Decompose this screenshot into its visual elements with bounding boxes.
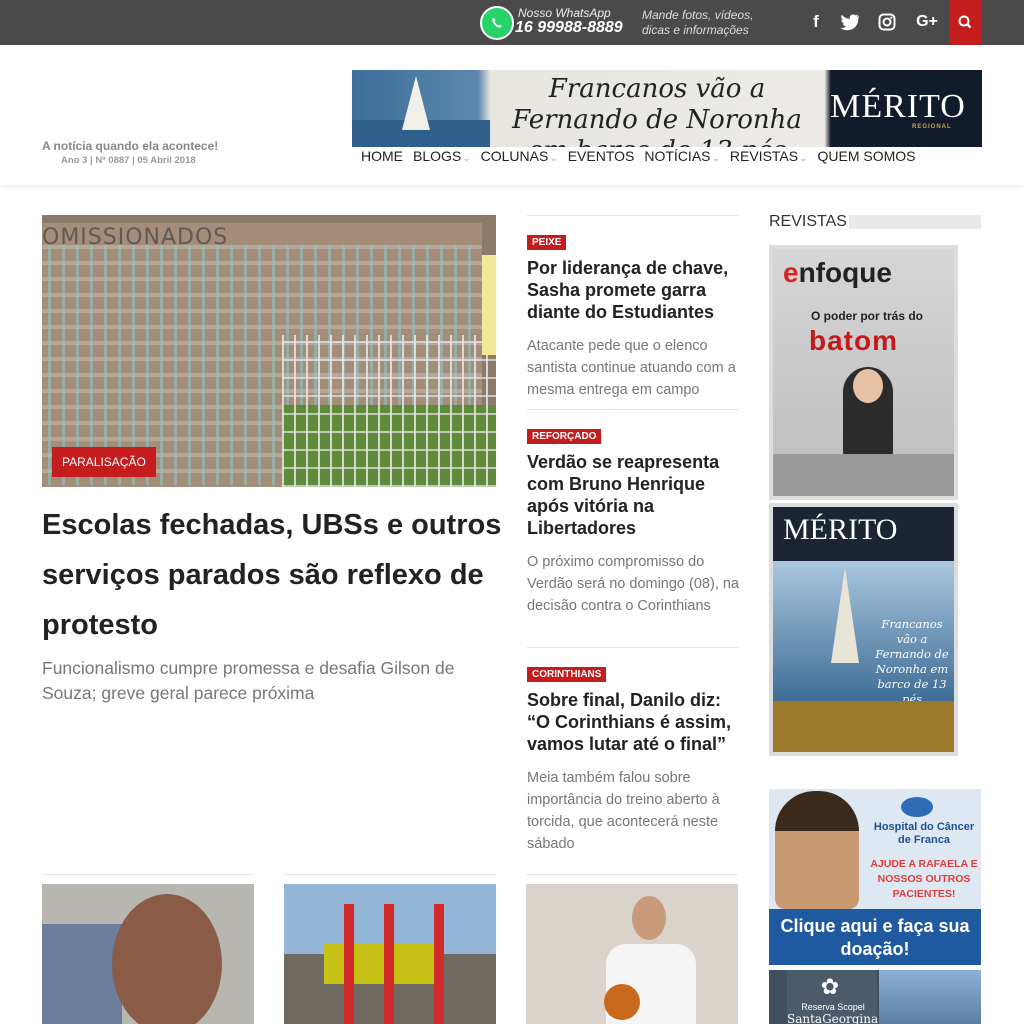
divider — [526, 874, 738, 875]
instagram-icon[interactable] — [876, 11, 898, 33]
divider — [527, 409, 739, 410]
ad-photo-hair — [775, 791, 859, 831]
article-card-image[interactable] — [42, 884, 254, 1024]
photo-head — [632, 896, 666, 940]
featured-subtitle: Funcionalismo cumpre promessa e desafia … — [42, 658, 455, 703]
ad-right-photo — [879, 970, 981, 1024]
twitter-icon[interactable] — [839, 11, 861, 33]
facebook-icon[interactable]: f — [805, 11, 827, 33]
search-button[interactable] — [949, 0, 982, 45]
header-banner-ad[interactable]: Francanos vão a Fernando de Noronha em b… — [352, 70, 982, 147]
photo-baby — [112, 894, 222, 1024]
banner-headline: Francanos vão a Fernando de Noronha em b… — [512, 74, 802, 147]
cover-subtitle: O poder por trás do — [811, 309, 924, 323]
category-tag[interactable]: CORINTHIANS — [527, 667, 607, 682]
ad-help-text: AJUDE A RAFAELA E NOSSOS OUTROS PACIENTE… — [870, 858, 978, 900]
photo-arm — [42, 924, 122, 1024]
main-nav: HOME BLOGS⌄ COLUNAS⌄ EVENTOS NOTÍCIAS⌄ R… — [361, 148, 926, 164]
featured-category-tag[interactable]: PARALISAÇÃO — [52, 447, 156, 477]
hospital-logo-icon — [901, 797, 933, 817]
nav-colunas[interactable]: COLUNAS⌄ — [481, 148, 558, 164]
whatsapp-label: Nosso WhatsApp — [518, 6, 611, 20]
cover-bottom — [773, 701, 954, 752]
nav-label: EVENTOS — [567, 148, 635, 164]
google-plus-icon[interactable]: G+ — [913, 11, 941, 33]
article-card-image[interactable] — [526, 884, 738, 1024]
article-title[interactable]: Verdão se reapresenta com Bruno Henrique… — [527, 451, 739, 539]
divider — [527, 647, 739, 648]
magazine-cover-merito[interactable]: MÉRITO Francanos vão a Fernando de Noron… — [769, 503, 958, 756]
protest-sign — [482, 255, 496, 355]
featured-title[interactable]: Escolas fechadas, UBSs e outros serviços… — [42, 500, 502, 650]
chevron-down-icon: ⌄ — [462, 153, 471, 164]
magazine-cover-enfoque[interactable]: enfoque O poder por trás do batom — [769, 245, 958, 500]
logo-letter: e — [783, 257, 799, 288]
search-icon — [958, 15, 972, 29]
site-header: A notícia quando ela acontece! Ano 3 | N… — [0, 45, 1024, 185]
poster-text: OMISSIONADOS — [42, 225, 229, 250]
category-tag[interactable]: REFORÇADO — [527, 429, 602, 444]
whatsapp-phone[interactable]: 16 99988-8889 — [515, 19, 623, 37]
article-card-image[interactable] — [284, 884, 496, 1024]
top-bar: Nosso WhatsApp 16 99988-8889 Mande fotos… — [0, 0, 1024, 45]
photo-arch — [434, 904, 444, 1024]
ad-cta-button[interactable]: Clique aqui e faça sua doação! — [769, 909, 981, 965]
nav-home[interactable]: HOME — [361, 148, 403, 164]
hospital-donation-ad[interactable]: Hospital do Câncer de Franca AJUDE A RAF… — [769, 789, 981, 965]
photo-machine — [324, 944, 434, 984]
flower-logo-icon: ✿ — [820, 974, 840, 999]
article-title[interactable]: Por liderança de chave, Sasha promete ga… — [527, 257, 739, 323]
photo-arch — [384, 904, 394, 1024]
article-excerpt: O próximo compromisso do Verdão será no … — [527, 554, 739, 614]
whatsapp-icon[interactable] — [480, 6, 514, 40]
cover-headline: batom — [809, 325, 898, 356]
article-item: CORINTHIANS Sobre final, Danilo diz: “O … — [527, 664, 739, 855]
banner-logo-sub: REGIONAL — [912, 124, 952, 130]
basketball-icon — [604, 984, 640, 1020]
article-item: PEIXE Por liderança de chave, Sasha prom… — [527, 232, 739, 401]
nav-label: NOTÍCIAS — [644, 148, 711, 164]
cover-sail — [831, 567, 859, 663]
nav-label: BLOGS — [413, 148, 462, 164]
site-tagline: A notícia quando ela acontece! — [42, 139, 219, 153]
photo-arch — [344, 904, 354, 1024]
article-excerpt: Atacante pede que o elenco santista cont… — [527, 338, 736, 398]
article-excerpt: Meia também falou sobre importância do t… — [527, 770, 720, 852]
divider — [42, 874, 254, 875]
cover-headline: Francanos vão a Fernando de Noronha em b… — [875, 617, 949, 706]
divider — [527, 215, 739, 216]
cover-face — [853, 369, 883, 403]
real-estate-ad[interactable]: ✿ Reserva Scopel SantaGeorgina — [769, 970, 981, 1024]
nav-label: QUEM SOMOS — [817, 148, 916, 164]
chevron-down-icon: ⌄ — [549, 153, 558, 164]
heading-bar — [849, 215, 981, 229]
ad-line-2: SantaGeorgina — [787, 1012, 879, 1024]
nav-revistas[interactable]: REVISTAS⌄ — [730, 148, 808, 164]
ad-hospital-name: Hospital do Câncer de Franca — [873, 821, 975, 846]
article-item: REFORÇADO Verdão se reapresenta com Brun… — [527, 426, 739, 617]
banner-sail — [402, 76, 430, 130]
cover-desk — [773, 454, 954, 496]
fence — [282, 335, 496, 487]
divider — [284, 874, 496, 875]
logo-word: nfoque — [798, 257, 892, 288]
nav-eventos[interactable]: EVENTOS — [568, 148, 635, 164]
cover-logo: MÉRITO — [783, 513, 898, 546]
chevron-down-icon: ⌄ — [711, 153, 720, 164]
sidebar-heading: REVISTAS — [769, 213, 847, 230]
send-media-text: Mande fotos, vídeos, dicas e informações — [642, 8, 754, 37]
nav-label: COLUNAS — [480, 148, 549, 164]
cover-logo: enfoque — [783, 257, 892, 289]
ad-line-1: Reserva Scopel — [801, 1002, 865, 1012]
nav-label: REVISTAS — [729, 148, 799, 164]
nav-blogs[interactable]: BLOGS⌄ — [413, 148, 471, 164]
category-tag[interactable]: PEIXE — [527, 235, 567, 250]
nav-quem-somos[interactable]: QUEM SOMOS — [817, 148, 915, 164]
nav-label: HOME — [361, 148, 403, 164]
banner-logo: MÉRITO — [830, 88, 966, 125]
article-title[interactable]: Sobre final, Danilo diz: “O Corinthians … — [527, 689, 739, 755]
chevron-down-icon: ⌄ — [799, 153, 808, 164]
nav-noticias[interactable]: NOTÍCIAS⌄ — [644, 148, 720, 164]
edition-info: Ano 3 | Nº 0887 | 05 Abril 2018 — [61, 155, 196, 166]
